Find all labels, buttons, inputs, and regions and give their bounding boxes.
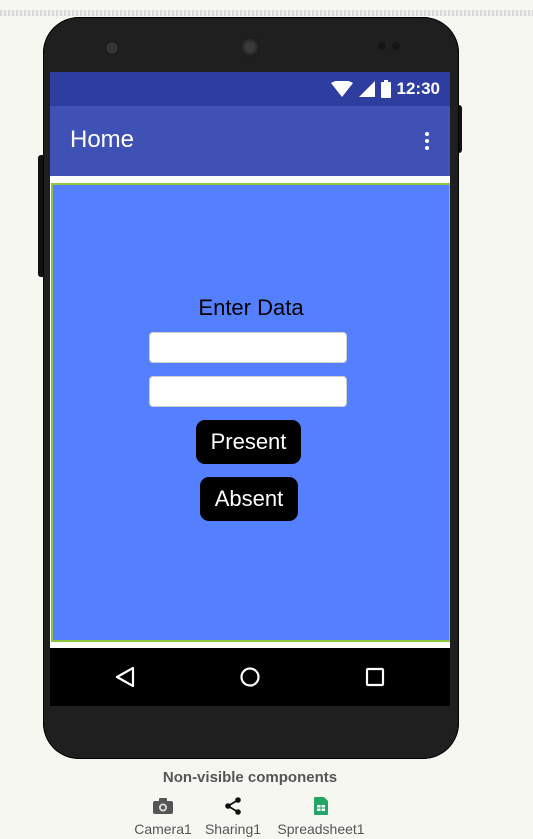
app-title: Home [70,126,135,153]
main-arrangement: Enter Data Present Absent [51,183,450,642]
app-bar: Home [50,106,450,176]
designer-top-rule [0,10,533,16]
light-sensor-icon [392,42,400,50]
present-button[interactable]: Present [196,420,301,464]
phone-screen: 12:30 Home Enter Data Present Absent [50,72,450,706]
camera-icon [153,798,173,814]
share-icon [225,797,241,815]
more-vert-icon[interactable] [424,132,430,150]
camera-label: Camera1 [134,821,192,837]
status-bar: 12:30 [50,72,450,106]
enter-data-label: Enter Data [198,295,304,320]
earpiece-speaker-icon [240,37,260,57]
sharing-label: Sharing1 [204,821,262,837]
wifi-icon [330,81,353,97]
spreadsheet-label: Spreadsheet1 [277,821,365,837]
home-circle-icon[interactable] [239,665,261,689]
absent-button[interactable]: Absent [200,477,298,521]
non-visible-spreadsheet[interactable]: Spreadsheet1 [272,796,370,837]
back-triangle-icon[interactable] [114,665,136,689]
non-visible-sharing[interactable]: Sharing1 [201,796,265,837]
recents-square-icon[interactable] [364,665,386,689]
proximity-sensor-icon [378,42,386,50]
battery-icon [380,80,391,98]
spreadsheet-icon [314,797,328,815]
data-input-2[interactable] [149,376,347,407]
non-visible-camera[interactable]: Camera1 [130,796,196,837]
cellular-signal-icon [358,81,375,97]
status-icons: 12:30 [330,78,440,100]
data-input-1[interactable] [149,332,347,363]
status-time: 12:30 [396,79,440,98]
front-camera-icon [105,41,119,55]
navigation-bar [50,648,450,706]
non-visible-components-title: Non-visible components [162,769,338,786]
